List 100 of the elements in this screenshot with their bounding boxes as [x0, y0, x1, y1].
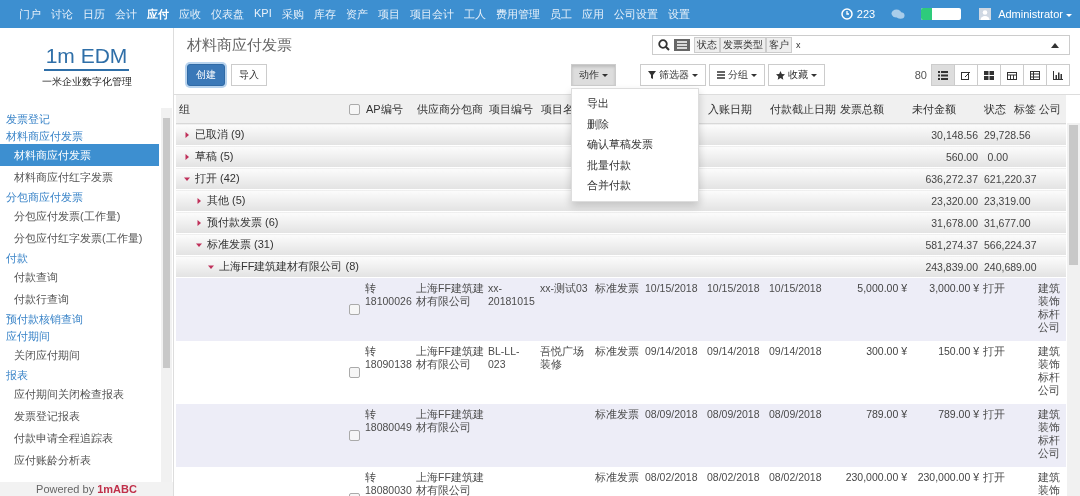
column-header[interactable]: 付款截止日期	[767, 95, 837, 124]
column-header[interactable]: 发票总额	[837, 95, 909, 124]
sidebar-item[interactable]: 应付期间关闭检查报表	[0, 383, 159, 405]
table-cell: 转 18080049	[365, 407, 412, 433]
group-by-dropdown-button[interactable]: 分组	[709, 64, 765, 86]
table-cell: 吾悦广场装修	[540, 344, 584, 370]
sidebar-item[interactable]: 材料商应付红字发票	[0, 166, 159, 188]
table-cell: 转 18100026	[365, 282, 412, 307]
group-row-header[interactable]: 标准发票 (31)	[176, 233, 909, 256]
avatar-icon[interactable]	[979, 8, 992, 20]
group-unpaid: 29,728.56	[984, 128, 1031, 141]
table-cell: 建筑装饰标杆公司	[1038, 344, 1060, 396]
group-label: 打开 (42)	[195, 172, 240, 184]
sidebar-item[interactable]: 发票登记报表	[0, 405, 159, 427]
column-header[interactable]: 状态	[981, 95, 1011, 124]
table-cell: 10/15/2018	[769, 282, 822, 294]
row-checkbox[interactable]	[349, 304, 360, 316]
list-view-button[interactable]	[931, 64, 955, 86]
table-cell: 09/14/2018	[769, 344, 822, 357]
search-field[interactable]: 状态 发票类型 客户 x	[652, 35, 1070, 55]
sidebar-item[interactable]: 应付账龄分析表	[0, 449, 159, 471]
form-view-button[interactable]	[954, 64, 978, 86]
list-icon	[938, 70, 948, 80]
caret-up-icon[interactable]	[1051, 42, 1059, 48]
group-unpaid: 240,689.00	[984, 260, 1037, 273]
column-header[interactable]: 供应商分包商	[414, 95, 486, 124]
star-icon	[776, 70, 785, 80]
sidebar-section-heading: 应付期间	[5, 329, 51, 344]
group-unpaid: 566,224.37	[984, 238, 1037, 251]
action-dropdown-button[interactable]: 动作	[571, 64, 616, 86]
column-header[interactable]: 组	[176, 95, 346, 124]
row-checkbox[interactable]	[349, 430, 360, 442]
table-cell: 789.00 ¥	[938, 407, 979, 420]
sidebar-item[interactable]: 分包应付发票(工作量)	[0, 205, 159, 227]
group-total: 243,839.00	[925, 260, 978, 273]
row-checkbox[interactable]	[349, 367, 360, 379]
group-label: 上海FF建筑建材有限公司 (8)	[219, 260, 359, 272]
group-total: 30,148.56	[931, 128, 978, 141]
table-cell: 建筑装饰	[1038, 470, 1060, 496]
sidebar-item[interactable]: 分包应付红字发票(工作量)	[0, 227, 159, 249]
table-cell: 上海FF建筑建材有限公司	[416, 470, 484, 496]
table-cell: 标准发票	[595, 407, 639, 420]
filter-facet-icon	[674, 39, 690, 51]
table-cell: 230,000.00 ¥	[845, 470, 907, 483]
facet-tag: 发票类型	[720, 37, 766, 53]
table-cell: 09/14/2018	[645, 344, 698, 357]
table-cell: 打开	[983, 407, 1005, 420]
table-cell: 标准发票	[595, 344, 639, 357]
graph-view-button[interactable]	[1046, 64, 1070, 86]
table-cell: 打开	[983, 344, 1005, 357]
column-header[interactable]: 标签	[1011, 95, 1036, 124]
sidebar-item[interactable]: 付款行查询	[0, 288, 159, 310]
form-icon	[961, 70, 971, 80]
kanban-icon	[984, 70, 994, 80]
logo-text: 1m EDM	[43, 43, 130, 71]
pivot-icon	[1030, 70, 1040, 80]
group-total: 23,320.00	[931, 194, 978, 207]
table-cell: 08/09/2018	[769, 407, 822, 420]
import-button[interactable]: 导入	[231, 64, 267, 86]
column-header[interactable]: 入账日期	[705, 95, 767, 124]
column-header[interactable]: 项目编号	[486, 95, 538, 124]
table-cell: 08/09/2018	[707, 407, 760, 420]
group-label: 标准发票 (31)	[207, 238, 274, 250]
column-header[interactable]: AP编号	[363, 95, 414, 124]
column-header[interactable]: 未付金额	[909, 95, 981, 124]
search-icon	[658, 39, 670, 51]
group-label: 其他 (5)	[207, 194, 246, 206]
favorites-dropdown-button[interactable]: 收藏	[768, 64, 825, 86]
select-all-checkbox[interactable]	[349, 104, 360, 116]
chat-icon[interactable]	[891, 8, 906, 20]
table-cell: 标准发票	[595, 470, 639, 483]
scrollbar[interactable]	[161, 108, 172, 482]
table-cell: 789.00 ¥	[866, 407, 907, 420]
filter-dropdown-button[interactable]: 筛选器	[640, 64, 706, 86]
table-cell: 09/14/2018	[707, 344, 760, 357]
group-unpaid: 0.00	[987, 150, 1008, 163]
table-cell: 建筑装饰标杆公司	[1038, 407, 1060, 459]
table-cell: xx-20181015	[488, 282, 535, 307]
table-cell: 上海FF建筑建材有限公司	[416, 282, 484, 307]
remove-facet-button[interactable]: x	[796, 40, 801, 50]
table-cell: 08/02/2018	[707, 470, 760, 483]
calendar-view-button[interactable]	[1000, 64, 1024, 86]
group-total: 31,678.00	[931, 216, 978, 229]
sidebar-item[interactable]: 付款申请全程追踪表	[0, 427, 159, 449]
sidebar-section-heading: 发票登记	[5, 112, 51, 127]
table-cell: 08/09/2018	[645, 407, 698, 420]
sidebar-item[interactable]: 关闭应付期间	[0, 344, 159, 366]
kanban-view-button[interactable]	[977, 64, 1001, 86]
scrollbar[interactable]	[1067, 123, 1080, 496]
sidebar-item[interactable]: 付款查询	[0, 266, 159, 288]
pivot-view-button[interactable]	[1023, 64, 1047, 86]
group-row-header[interactable]: 预付款发票 (6)	[176, 211, 909, 234]
group-unpaid: 31,677.00	[984, 216, 1031, 229]
create-button[interactable]: 创建	[187, 64, 225, 86]
table-cell: BL-LL-023	[488, 344, 520, 370]
clock-icon[interactable]	[840, 8, 853, 20]
group-label: 已取消 (9)	[195, 128, 245, 140]
group-row-header[interactable]: 上海FF建筑建材有限公司 (8)	[176, 255, 909, 278]
facet-tag: 状态	[694, 37, 720, 53]
column-header[interactable]: 公司	[1036, 95, 1066, 124]
